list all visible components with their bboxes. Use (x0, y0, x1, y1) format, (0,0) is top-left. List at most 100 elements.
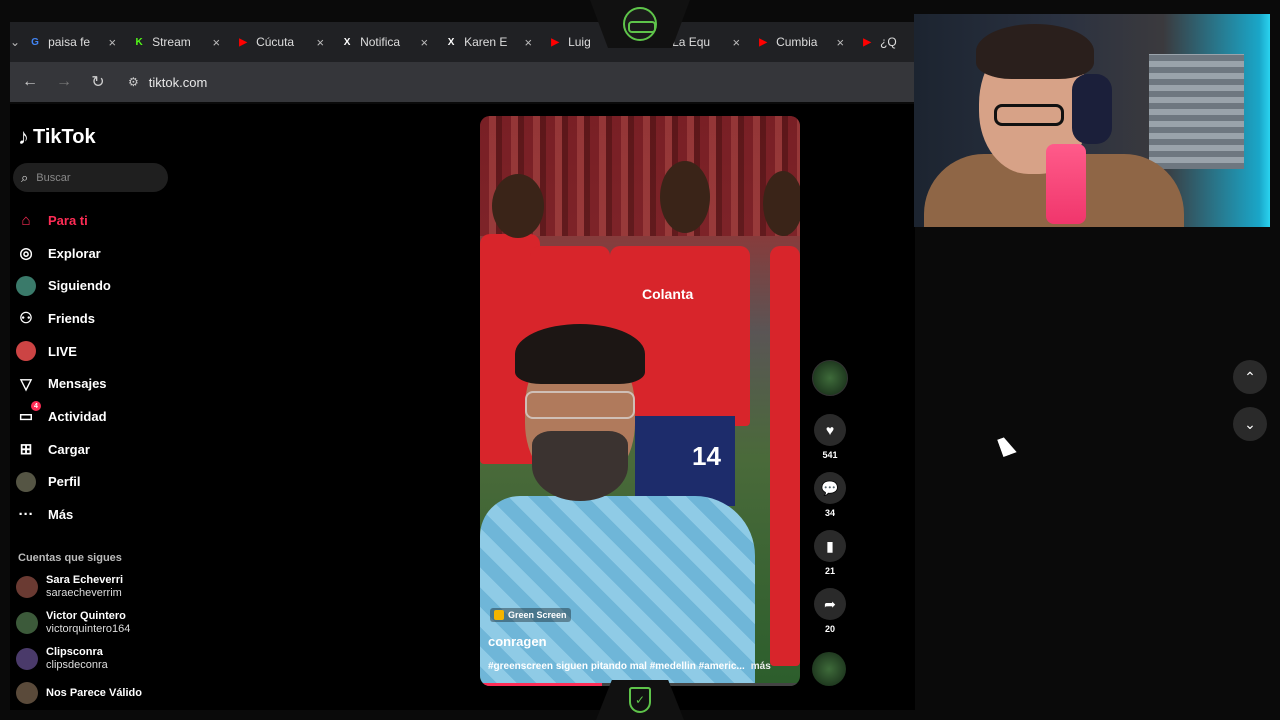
sidebar-item-explorar[interactable]: ◎ Explorar (16, 237, 111, 270)
next-video-button[interactable]: ⌄ (1233, 407, 1267, 441)
sidebar-item-label: Actividad (48, 408, 107, 424)
like-button[interactable]: ♥ (814, 414, 846, 446)
browser-tab[interactable]: X Karen E × (436, 22, 540, 62)
music-disc-avatar[interactable] (812, 652, 846, 686)
avatar (16, 576, 38, 598)
tab-label: Notifica (360, 35, 401, 49)
tab-label: paisa fe (48, 35, 91, 49)
video-player[interactable]: Colanta 14 Green Screen conragen #greens… (480, 116, 800, 686)
close-tab-icon[interactable]: × (732, 35, 740, 50)
sidebar: ♪ TikTok ⌕ Buscar ⌂ Para ti ◎ Explorar Sigui… (10, 104, 180, 710)
x-icon: X (343, 36, 351, 48)
sidebar-item-live[interactable]: LIVE (16, 335, 111, 368)
bookmark-icon: ▮ (826, 537, 834, 554)
sidebar-item-label: Friends (48, 310, 95, 326)
upload-icon: ⊞ (19, 441, 33, 459)
tab-label: Karen E (464, 35, 508, 49)
close-tab-icon[interactable]: × (836, 35, 844, 50)
browser-tab[interactable]: Gpaisa fe × (20, 22, 124, 62)
sidebar-item-actividad[interactable]: ▭ 4 Actividad (16, 400, 111, 433)
video-author[interactable]: conragen (488, 634, 547, 649)
browser-tab[interactable]: ▶ Cúcuta × (228, 22, 332, 62)
avatar (16, 648, 38, 670)
close-tab-icon[interactable]: × (420, 35, 428, 50)
notification-badge: 4 (31, 401, 41, 412)
heart-icon: ♥ (825, 422, 835, 438)
followed-account[interactable]: Sara Echeverri saraecheverrim (16, 574, 123, 600)
following-avatar-icon (16, 275, 36, 296)
author-avatar[interactable] (812, 360, 848, 396)
close-tab-icon[interactable]: × (212, 35, 220, 50)
green-screen-badge[interactable]: Green Screen (490, 608, 571, 622)
search-placeholder: Buscar (36, 171, 71, 184)
youtube-icon: ▶ (551, 36, 559, 48)
followed-account[interactable]: Victor Quintero victorquintero164 (16, 610, 130, 636)
save-count: 21 (824, 566, 835, 576)
like-count: 541 (822, 450, 838, 460)
previous-video-button[interactable]: ⌃ (1233, 360, 1267, 394)
reload-button[interactable]: ↻ (84, 68, 112, 96)
youtube-icon: ▶ (239, 36, 247, 48)
back-button[interactable]: ← (16, 68, 44, 96)
account-name: Sara Echeverri (46, 574, 124, 586)
share-count: 20 (824, 624, 835, 634)
tab-label: La Equ (672, 35, 711, 49)
player-head (763, 171, 800, 236)
sidebar-nav: ⌂ Para ti ◎ Explorar Siguiendo ⚇ Friends LIVE ▽ M… (16, 204, 111, 531)
close-tab-icon[interactable]: × (524, 35, 532, 50)
account-name: Nos Parece Válido (46, 686, 142, 699)
activity-icon: ▭ 4 (16, 401, 41, 426)
avatar (16, 612, 38, 634)
account-name: Victor Quintero (46, 610, 126, 622)
player-figure (770, 246, 800, 666)
sidebar-item-para-ti[interactable]: ⌂ Para ti (16, 204, 111, 237)
comment-button[interactable]: 💬 (814, 472, 846, 504)
tiktok-logo[interactable]: ♪ TikTok (18, 124, 96, 150)
player-head (660, 161, 710, 233)
comment-count: 34 (824, 508, 835, 518)
save-button[interactable]: ▮ (814, 530, 846, 562)
close-tab-icon[interactable]: × (108, 35, 116, 50)
forward-button[interactable]: → (50, 68, 78, 96)
account-username: clipsdeconra (46, 659, 108, 671)
sidebar-item-friends[interactable]: ⚇ Friends (16, 302, 111, 335)
compass-icon: ◎ (19, 245, 33, 263)
player-head (492, 174, 544, 238)
sidebar-item-m-s[interactable]: ··· Más (16, 498, 111, 531)
browser-tab[interactable]: K Stream × (124, 22, 228, 62)
sidebar-item-label: Explorar (48, 245, 101, 261)
more-link[interactable]: más (751, 661, 771, 672)
chevron-down-icon: ⌄ (1244, 415, 1256, 432)
send-icon: ▽ (20, 375, 32, 393)
followed-account[interactable]: Clipsconra clipsdeconra (16, 646, 108, 672)
sidebar-item-perfil[interactable]: Perfil (16, 466, 111, 499)
microphone-icon (1046, 144, 1086, 224)
sidebar-item-mensajes[interactable]: ▽ Mensajes (16, 367, 111, 400)
sidebar-item-siguiendo[interactable]: Siguiendo (16, 269, 111, 302)
site-settings-icon[interactable]: ⚙ (128, 75, 139, 89)
followed-account[interactable]: Nos Parece Válido (16, 682, 142, 704)
jersey-sponsor: Colanta (642, 286, 694, 302)
account-name: Clipsconra (46, 646, 103, 658)
comment-icon: 💬 (821, 479, 839, 496)
tab-search-dropdown-button[interactable]: ⌄ (10, 35, 20, 49)
chevron-up-icon: ⌃ (1244, 368, 1256, 385)
sidebar-item-label: Más (48, 507, 74, 523)
browser-tab[interactable]: ▶¿Q× (852, 22, 915, 62)
tiktok-page: ♪ TikTok ⌕ Buscar ⌂ Para ti ◎ Explorar Sigui… (10, 104, 915, 710)
sidebar-item-label: Cargar (48, 441, 90, 457)
browser-tab[interactable]: ▶ Cumbia × (748, 22, 852, 62)
sidebar-item-cargar[interactable]: ⊞ Cargar (16, 433, 111, 466)
headset-icon (1072, 74, 1112, 144)
sidebar-item-label: Mensajes (48, 376, 107, 392)
share-button[interactable]: ➦ (814, 588, 846, 620)
browser-tab-bar: ⌄ Gpaisa fe × K Stream × ▶ Cúcuta × X Notifica × X K… (10, 22, 915, 62)
tab-label: Stream (152, 35, 191, 49)
search-input[interactable]: ⌕ Buscar (13, 163, 168, 192)
search-icon: ⌕ (21, 169, 29, 185)
browser-tab[interactable]: X Notifica × (332, 22, 436, 62)
mouse-cursor (997, 435, 1017, 457)
close-tab-icon[interactable]: × (316, 35, 324, 50)
profile-avatar-icon (16, 471, 36, 492)
address-bar[interactable]: ⚙ tiktok.com (118, 67, 217, 97)
